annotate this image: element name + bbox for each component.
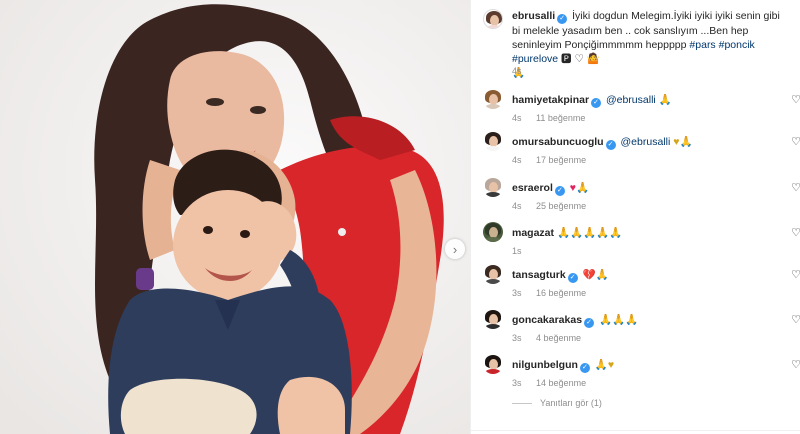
comment-text: tansagturk ✓ 💔🙏 [512,268,609,283]
comment-emoji: 💔🙏 [582,269,609,281]
comment-text: esraerol ✓ ♥🙏 [512,181,589,196]
comment-meta: 4s 25 beğenme [512,201,598,211]
comment-text: goncakarakas ✓ 🙏🙏🙏 [512,313,638,328]
verified-badge-icon: ✓ [584,318,595,328]
heart-outline-icon[interactable]: ♡ [791,358,800,371]
comment-meta: 1s [512,246,534,256]
comment-username[interactable]: goncakarakas [512,314,582,326]
caption-username[interactable]: ebrusalli [512,10,555,22]
comment-text: omursabuncuoglu ✓ @ebrusalli ♥🙏 [512,135,693,150]
comment-item: magazat 🙏🙏🙏🙏🙏 1s ♡ [483,222,800,262]
view-replies-label: Yanıtları gör (1) [540,398,602,408]
comment-emoji: 🙏🙏🙏 [598,314,639,326]
comment-likes[interactable]: 4 beğenme [536,333,581,343]
comment-time[interactable]: 4s [512,113,522,123]
comment-likes[interactable]: 25 beğenme [536,201,586,211]
heart-outline-icon[interactable]: ♡ [791,313,800,326]
verified-badge-icon: ✓ [605,140,616,150]
comment-item: hamiyetakpinar ✓ @ebrusalli 🙏 4s 11 beğen… [483,89,800,129]
heart-outline-icon[interactable]: ♡ [791,268,800,281]
verified-badge-icon: ✓ [579,363,590,373]
avatar[interactable] [483,9,503,29]
view-replies-button[interactable]: Yanıtları gör (1) [512,398,602,408]
comments-panel: ebrusalli ✓ İyiki dogdun Melegim.İyiki iy… [470,0,800,434]
comment-likes[interactable]: 16 beğenme [536,288,586,298]
comment-item: nilgunbelgun✓ 🙏♥ 3s 14 beğenme ♡ [483,354,800,394]
heart-outline-icon[interactable]: ♡ [791,93,800,106]
comment-username[interactable]: esraerol [512,182,553,194]
comment-emoji: 🙏♥ [594,359,615,371]
comment-item: esraerol✓ ♥🙏 4s 25 beğenme ♡ [483,177,800,217]
replies-divider [512,402,532,404]
avatar[interactable] [483,309,503,329]
chevron-right-icon: › [452,241,458,257]
photo-illustration [0,0,470,434]
caption-emojis: 🅿 ♡ 🤷 [561,53,600,65]
heart-outline-icon[interactable]: ♡ [791,135,800,148]
instagram-post: › ebrusalli ✓ İyiki dogdun Melegim.İyiki … [0,0,800,434]
comment-emoji: 🙏 [658,94,672,106]
comment-username[interactable]: tansagturk [512,269,566,281]
comment-time[interactable]: 3s [512,288,522,298]
comment-meta: 3s 16 beğenme [512,288,598,298]
comment-username[interactable]: nilgunbelgun [512,359,578,371]
avatar[interactable] [483,131,503,151]
comment-time[interactable]: 3s [512,333,522,343]
comment-meta: 3s 14 beğenme [512,378,598,388]
verified-badge-icon: ✓ [554,186,565,196]
comment-text: nilgunbelgun ✓ 🙏♥ [512,358,614,373]
verified-badge-icon: ✓ [591,98,602,108]
verified-badge-icon: ✓ [557,14,568,24]
comment-username[interactable]: hamiyetakpinar [512,94,589,106]
comment-mention[interactable]: @ebrusalli [621,136,671,148]
avatar[interactable] [483,354,503,374]
comment-text: hamiyetakpinar ✓ @ebrusalli 🙏 [512,93,672,108]
heart-outline-icon[interactable]: ♡ [791,181,800,194]
avatar[interactable] [483,222,503,242]
comment-item: goncakarakas✓ 🙏🙏🙏 3s 4 beğenme ♡ [483,309,800,349]
heart-outline-icon[interactable]: ♡ [791,226,800,239]
comment-emoji: ♥🙏 [673,136,693,148]
comment-emoji: ♥🙏 [569,182,590,194]
comment-mention[interactable]: @ebrusalli [606,94,656,106]
comment-time[interactable]: 4s [512,201,522,211]
comment-likes[interactable]: 17 beğenme [536,155,586,165]
comment-item: tansagturk✓ 💔🙏 3s 16 beğenme ♡ [483,264,800,304]
comment-time[interactable]: 3s [512,378,522,388]
caption-time[interactable]: 4s [512,66,522,76]
post-photo[interactable]: › [0,0,470,434]
avatar[interactable] [483,177,503,197]
comment-username[interactable]: omursabuncuoglu [512,136,604,148]
comment-item: omursabuncuoglu ✓ @ebrusalli ♥🙏 4s 17 beğ… [483,131,800,171]
comment-text: magazat 🙏🙏🙏🙏🙏 [512,226,622,239]
comment-meta: 4s 11 beğenme [512,113,597,123]
comment-time[interactable]: 1s [512,246,522,256]
verified-badge-icon: ✓ [567,273,578,283]
comment-meta: 3s 4 beğenme [512,333,593,343]
comment-time[interactable]: 4s [512,155,522,165]
avatar[interactable] [483,89,503,109]
comment-likes[interactable]: 11 beğenme [536,113,585,123]
comment-meta: 4s 17 beğenme [512,155,598,165]
comment-likes[interactable]: 14 beğenme [536,378,586,388]
avatar[interactable] [483,264,503,284]
next-photo-button[interactable]: › [445,239,465,259]
action-bar [471,430,800,434]
comment-emoji: 🙏🙏🙏🙏🙏 [556,227,623,239]
comment-username[interactable]: magazat [512,227,554,239]
caption-text: ebrusalli ✓ İyiki dogdun Melegim.İyiki iy… [512,9,782,80]
